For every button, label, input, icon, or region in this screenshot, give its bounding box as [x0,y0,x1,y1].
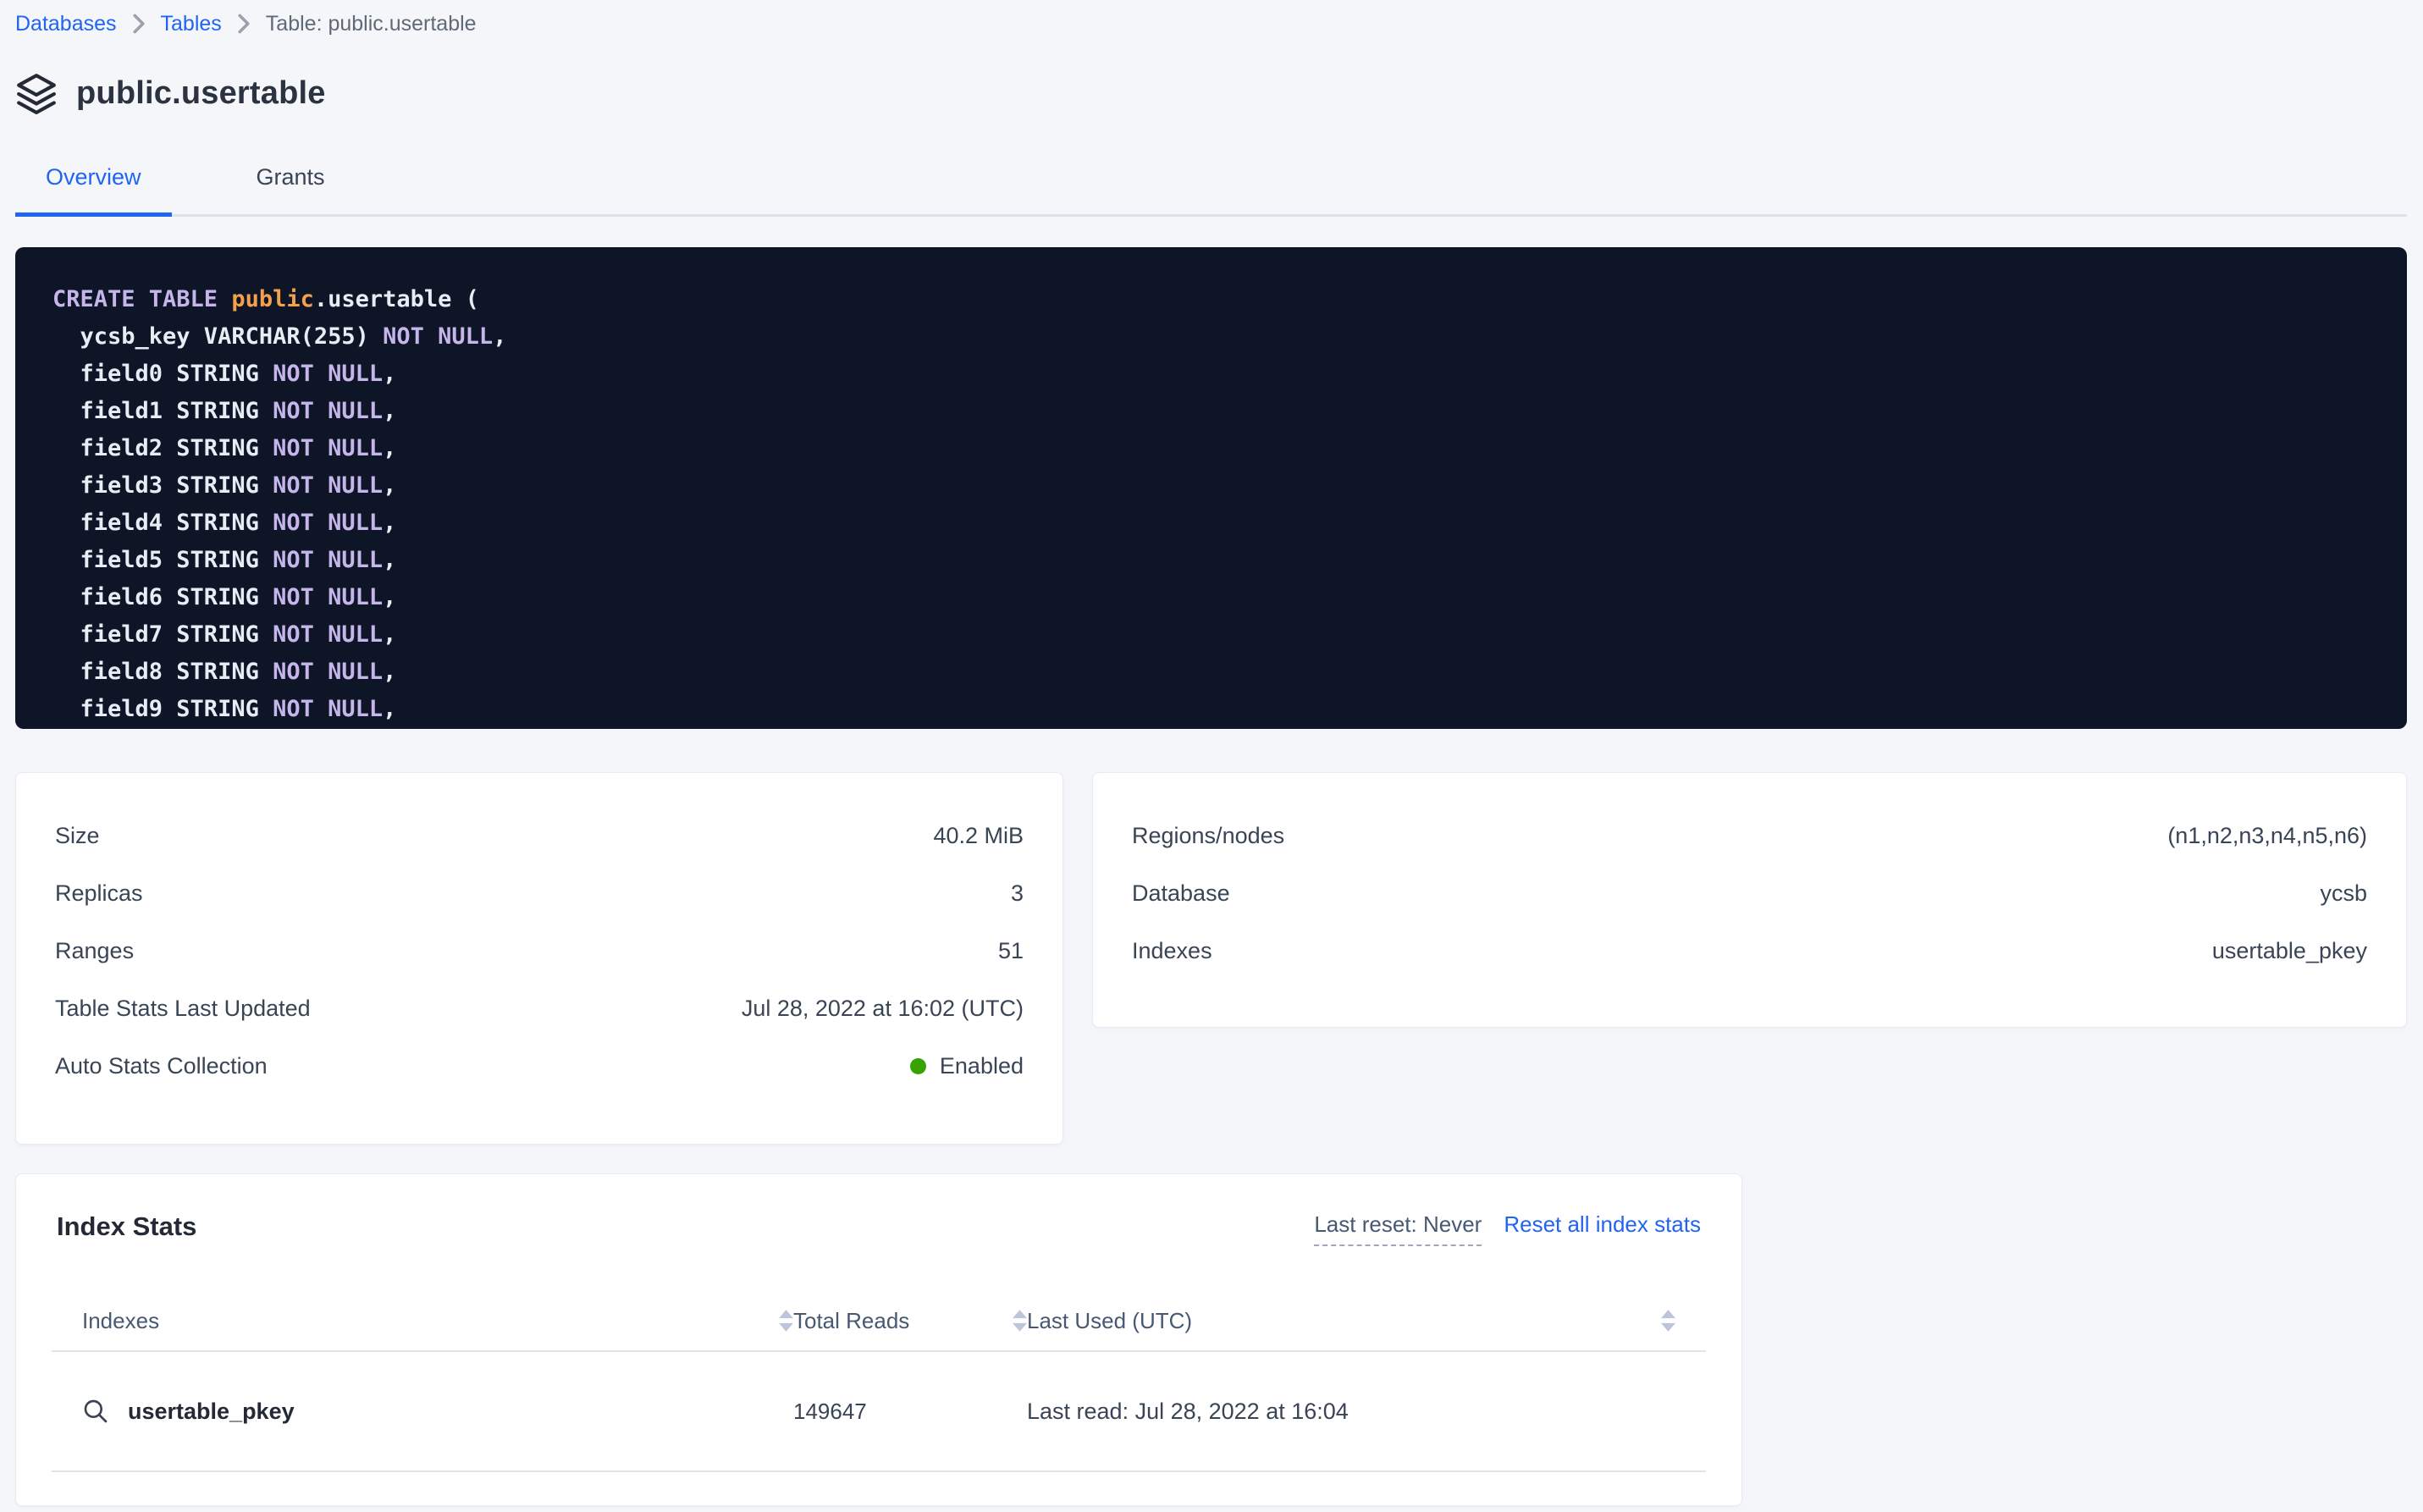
sql-line: ycsb_key VARCHAR(255) NOT NULL, [52,318,2370,356]
detail-row-indexes: Indexes usertable_pkey [1132,922,2367,979]
column-header-indexes[interactable]: Indexes [82,1308,793,1334]
index-name-link[interactable]: usertable_pkey [82,1398,793,1425]
column-header-total-reads[interactable]: Total Reads [793,1308,1027,1334]
tab-overview[interactable]: Overview [15,152,172,217]
detail-row-auto-stats: Auto Stats Collection Enabled [55,1037,1024,1095]
page-title: public.usertable [76,75,326,112]
sort-arrows-icon [779,1310,793,1332]
sql-line: field6 STRING NOT NULL, [52,579,2370,616]
layers-icon [15,72,58,114]
table-row-divider [52,1471,1706,1472]
sql-line: field3 STRING NOT NULL, [52,467,2370,505]
sql-line: field8 STRING NOT NULL, [52,654,2370,691]
last-reset-label: Last reset: Never [1314,1211,1482,1246]
create-table-statement: CREATE TABLE public.usertable ( ycsb_key… [15,247,2407,729]
page-header: public.usertable [15,68,2407,119]
status-dot-icon [910,1058,926,1074]
sort-arrows-icon [1013,1310,1027,1332]
breadcrumb: Databases Tables Table: public.usertable [15,0,2407,37]
table-row: usertable_pkey 149647 Last read: Jul 28,… [52,1352,1706,1471]
tab-grants[interactable]: Grants [226,152,356,217]
search-icon [82,1398,109,1425]
total-reads-value: 149647 [793,1399,1027,1425]
breadcrumb-current: Table: public.usertable [266,12,477,36]
index-stats-card: Index Stats Last reset: Never Reset all … [15,1173,1742,1506]
sql-line: field5 STRING NOT NULL, [52,542,2370,579]
detail-row-size: Size 40.2 MiB [55,807,1024,864]
index-stats-table-header: Indexes Total Reads Last Used (UTC) [52,1291,1706,1350]
detail-row-regions: Regions/nodes (n1,n2,n3,n4,n5,n6) [1132,807,2367,864]
sql-line: field4 STRING NOT NULL, [52,505,2370,542]
chevron-right-icon [132,13,146,35]
sort-arrows-icon [1661,1310,1675,1332]
table-location-card: Regions/nodes (n1,n2,n3,n4,n5,n6) Databa… [1092,772,2407,1028]
sql-line: field2 STRING NOT NULL, [52,430,2370,467]
sql-line: field9 STRING NOT NULL, [52,691,2370,728]
chevron-right-icon [237,13,251,35]
detail-row-stats-updated: Table Stats Last Updated Jul 28, 2022 at… [55,979,1024,1037]
overview-cards: Size 40.2 MiB Replicas 3 Ranges 51 Table… [15,772,2407,1145]
sql-line: field1 STRING NOT NULL, [52,393,2370,430]
tab-bar: Overview Grants [15,152,2407,217]
index-stats-header: Index Stats Last reset: Never Reset all … [16,1211,1741,1249]
breadcrumb-databases[interactable]: Databases [15,12,117,36]
index-stats-table: Indexes Total Reads Last Used (UTC) [52,1291,1706,1472]
breadcrumb-tables[interactable]: Tables [161,12,222,36]
sql-line: field7 STRING NOT NULL, [52,616,2370,654]
last-used-value: Last read: Jul 28, 2022 at 16:04 [1027,1399,1675,1425]
table-details-page: Databases Tables Table: public.usertable… [0,0,2423,1506]
status-badge: Enabled [940,1053,1024,1079]
detail-row-ranges: Ranges 51 [55,922,1024,979]
detail-row-replicas: Replicas 3 [55,864,1024,922]
index-stats-title: Index Stats [57,1211,196,1242]
reset-index-stats-link[interactable]: Reset all index stats [1504,1211,1701,1238]
sql-line: CREATE TABLE public.usertable ( [52,281,2370,318]
table-details-card: Size 40.2 MiB Replicas 3 Ranges 51 Table… [15,772,1063,1145]
detail-row-database: Database ycsb [1132,864,2367,922]
column-header-last-used[interactable]: Last Used (UTC) [1027,1308,1675,1334]
sql-line: field0 STRING NOT NULL, [52,356,2370,393]
